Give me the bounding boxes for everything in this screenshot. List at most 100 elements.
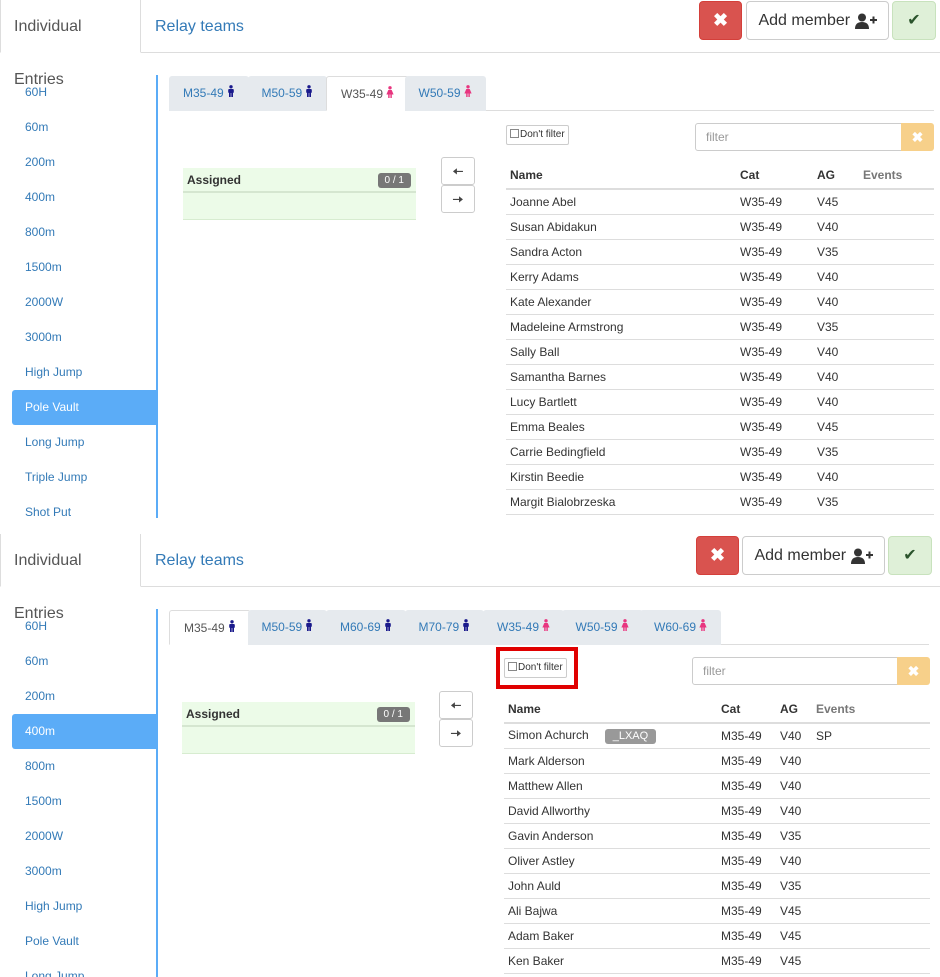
close-icon: ✖ bbox=[709, 545, 726, 565]
sidebar-item-200m[interactable]: 200m bbox=[12, 145, 157, 180]
column-header-ag[interactable]: AG bbox=[813, 162, 859, 190]
close-button[interactable]: ✖ bbox=[699, 1, 742, 40]
table-header: Name Cat AG Events bbox=[504, 696, 930, 724]
tab-w60-69[interactable]: W60-69 bbox=[640, 610, 722, 645]
sidebar-item-3000m[interactable]: 3000m bbox=[12, 854, 157, 889]
tab-w35-49[interactable]: W35-49 bbox=[483, 610, 565, 645]
tab-w35-49[interactable]: W35-49 bbox=[326, 76, 410, 111]
column-header-events[interactable]: Events bbox=[812, 696, 930, 724]
dont-filter-checkbox[interactable]: Don't filter bbox=[504, 658, 567, 678]
tab-m35-49[interactable]: M35-49 bbox=[169, 76, 249, 111]
table-row[interactable]: Kirstin Beedie W35-49 V40 bbox=[506, 464, 934, 490]
member-name: Ali Bajwa bbox=[504, 898, 717, 924]
female-icon bbox=[542, 619, 550, 634]
sidebar-item-800m[interactable]: 800m bbox=[12, 215, 157, 250]
column-header-name[interactable]: Name bbox=[504, 696, 717, 724]
tab-m50-59[interactable]: M50-59 bbox=[247, 610, 328, 645]
tab-w50-59[interactable]: W50-59 bbox=[561, 610, 643, 645]
table-row[interactable]: Susan Abidakun W35-49 V40 bbox=[506, 214, 934, 240]
table-row[interactable]: Sandra Acton W35-49 V35 bbox=[506, 239, 934, 265]
member-events bbox=[812, 923, 930, 949]
table-row[interactable]: Carrie Bedingfield W35-49 V35 bbox=[506, 439, 934, 465]
table-row[interactable]: Kate Alexander W35-49 V40 bbox=[506, 289, 934, 315]
sidebar-item-3000m[interactable]: 3000m bbox=[12, 320, 157, 355]
table-row[interactable]: Kerry Adams W35-49 V40 bbox=[506, 264, 934, 290]
clear-filter-button[interactable]: ✖ bbox=[901, 123, 934, 151]
sidebar-item-400m[interactable]: 400m bbox=[12, 180, 157, 215]
clear-filter-button[interactable]: ✖ bbox=[897, 657, 930, 685]
sidebar-item-60m[interactable]: 60m bbox=[12, 110, 157, 145]
member-events bbox=[859, 314, 934, 340]
sidebar-item-pole-vault[interactable]: Pole Vault bbox=[12, 390, 157, 425]
table-row[interactable]: Mark Alderson M35-49 V40 bbox=[504, 748, 930, 774]
table-row[interactable]: Joanne Abel W35-49 V45 bbox=[506, 189, 934, 215]
table-row[interactable]: Adam Baker M35-49 V45 bbox=[504, 923, 930, 949]
sidebar-item-1500m[interactable]: 1500m bbox=[12, 784, 157, 819]
sidebar-item-2000w[interactable]: 2000W bbox=[12, 285, 157, 320]
table-row[interactable]: Ali Bajwa M35-49 V45 bbox=[504, 898, 930, 924]
tab-m35-49[interactable]: M35-49 bbox=[169, 610, 251, 645]
dont-filter-checkbox[interactable]: Don't filter bbox=[506, 125, 569, 145]
sidebar-item-60h[interactable]: 60H bbox=[12, 75, 157, 110]
move-right-button[interactable]: 🠦 bbox=[439, 719, 473, 747]
table-row[interactable]: Samantha Barnes W35-49 V40 bbox=[506, 364, 934, 390]
sidebar-item-triple-jump[interactable]: Triple Jump bbox=[12, 460, 157, 495]
member-name: Kate Alexander bbox=[506, 289, 736, 315]
tab-relay-teams[interactable]: Relay teams bbox=[142, 534, 257, 587]
table-row[interactable]: Matthew Allen M35-49 V40 bbox=[504, 773, 930, 799]
tab-w50-59[interactable]: W50-59 bbox=[404, 76, 486, 111]
sidebar-item-400m[interactable]: 400m bbox=[12, 714, 157, 749]
filter-input[interactable]: filter bbox=[692, 657, 898, 685]
column-header-ag[interactable]: AG bbox=[776, 696, 812, 724]
table-row[interactable]: Emma Beales W35-49 V45 bbox=[506, 414, 934, 440]
table-row[interactable]: Ken Baker M35-49 V45 bbox=[504, 948, 930, 974]
sidebar-item-800m[interactable]: 800m bbox=[12, 749, 157, 784]
confirm-button[interactable]: ✔ bbox=[892, 1, 936, 40]
member-name: Sandra Acton bbox=[506, 239, 736, 265]
tab-m60-69[interactable]: M60-69 bbox=[326, 610, 406, 645]
filter-input[interactable]: filter bbox=[695, 123, 902, 151]
column-header-name[interactable]: Name bbox=[506, 162, 736, 190]
sidebar-item-high-jump[interactable]: High Jump bbox=[12, 355, 157, 390]
table-row[interactable]: John Auld M35-49 V35 bbox=[504, 873, 930, 899]
move-left-button[interactable]: 🠤 bbox=[439, 691, 473, 719]
checkbox-icon[interactable] bbox=[508, 662, 517, 671]
table-row[interactable]: Sally Ball W35-49 V40 bbox=[506, 339, 934, 365]
sidebar-item-long-jump[interactable]: Long Jump bbox=[12, 959, 157, 977]
sidebar-item-high-jump[interactable]: High Jump bbox=[12, 889, 157, 924]
sidebar-item-60m[interactable]: 60m bbox=[12, 644, 157, 679]
table-row[interactable]: Madeleine Armstrong W35-49 V35 bbox=[506, 314, 934, 340]
column-header-cat[interactable]: Cat bbox=[736, 162, 813, 190]
confirm-button[interactable]: ✔ bbox=[888, 536, 932, 575]
sidebar-item-shot-put[interactable]: Shot Put bbox=[12, 495, 157, 520]
member-category: W35-49 bbox=[736, 339, 813, 365]
sidebar-item-pole-vault[interactable]: Pole Vault bbox=[12, 924, 157, 959]
table-row[interactable]: Oliver Astley M35-49 V40 bbox=[504, 848, 930, 874]
sidebar-item-long-jump[interactable]: Long Jump bbox=[12, 425, 157, 460]
assigned-box[interactable]: Assigned 0 / 1 bbox=[182, 702, 415, 754]
tab-individual-entries[interactable]: Individual Entries bbox=[0, 534, 141, 622]
checkbox-icon[interactable] bbox=[510, 129, 519, 138]
tab-individual-entries[interactable]: Individual Entries bbox=[0, 0, 141, 88]
sidebar-item-200m[interactable]: 200m bbox=[12, 679, 157, 714]
add-member-button[interactable]: Add member bbox=[746, 1, 889, 40]
move-left-button[interactable]: 🠤 bbox=[441, 157, 475, 185]
sidebar-item-2000w[interactable]: 2000W bbox=[12, 819, 157, 854]
column-header-events[interactable]: Events bbox=[859, 162, 934, 190]
sidebar-item-1500m[interactable]: 1500m bbox=[12, 250, 157, 285]
tab-m50-59[interactable]: M50-59 bbox=[247, 76, 328, 111]
table-row[interactable]: David Allworthy M35-49 V40 bbox=[504, 798, 930, 824]
table-row[interactable]: Lucy Bartlett W35-49 V40 bbox=[506, 389, 934, 415]
tab-m70-79[interactable]: M70-79 bbox=[404, 610, 485, 645]
column-header-cat[interactable]: Cat bbox=[717, 696, 776, 724]
assigned-box[interactable]: Assigned 0 / 1 bbox=[183, 168, 416, 220]
add-member-button[interactable]: Add member bbox=[742, 536, 885, 575]
table-row[interactable]: Gavin Anderson M35-49 V35 bbox=[504, 823, 930, 849]
member-category: M35-49 bbox=[717, 798, 776, 824]
table-row[interactable]: Simon Achurch _LXAQ M35-49 V40 SP bbox=[504, 723, 930, 749]
move-right-button[interactable]: 🠦 bbox=[441, 185, 475, 213]
tab-relay-teams[interactable]: Relay teams bbox=[142, 0, 257, 53]
table-row[interactable]: Margit Bialobrzeska W35-49 V35 bbox=[506, 489, 934, 515]
close-button[interactable]: ✖ bbox=[696, 536, 739, 575]
sidebar-item-60h[interactable]: 60H bbox=[12, 609, 157, 644]
